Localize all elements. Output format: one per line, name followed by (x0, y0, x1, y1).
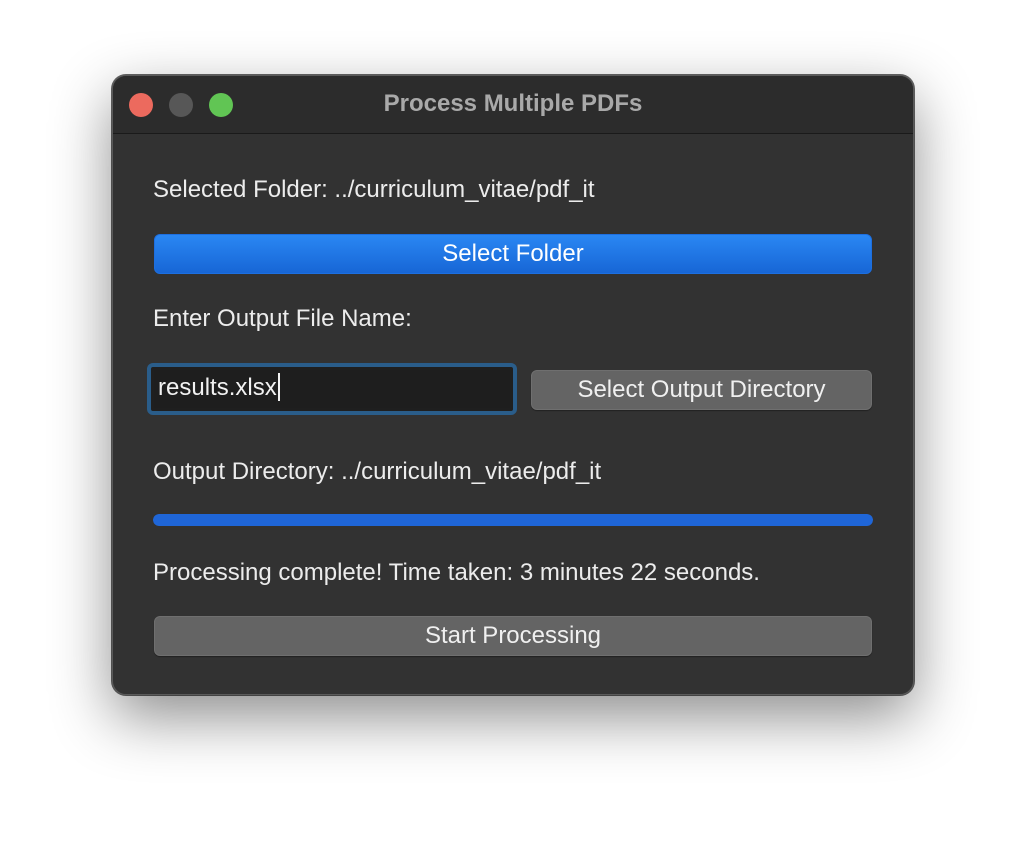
start-processing-button[interactable]: Start Processing (154, 616, 872, 656)
window-title: Process Multiple PDFs (383, 90, 643, 117)
output-filename-focus-ring: results.xlsx (147, 363, 517, 415)
text-caret (277, 373, 280, 401)
output-filename-label: Enter Output File Name: (153, 305, 412, 332)
output-filename-input[interactable]: results.xlsx (154, 370, 510, 408)
select-folder-button[interactable]: Select Folder (154, 234, 872, 274)
output-directory-label: Output Directory: ../curriculum_vitae/pd… (153, 458, 602, 485)
selected-folder-label: Selected Folder: ../curriculum_vitae/pdf… (153, 176, 595, 203)
select-output-directory-button[interactable]: Select Output Directory (531, 370, 872, 410)
output-filename-value: results.xlsx (158, 374, 277, 401)
app-window: Process Multiple PDFs Selected Folder: .… (112, 75, 914, 695)
progress-bar (153, 514, 873, 526)
progress-bar-fill (153, 514, 873, 526)
title-bar[interactable]: Process Multiple PDFs (113, 76, 913, 134)
status-message: Processing complete! Time taken: 3 minut… (153, 559, 760, 586)
